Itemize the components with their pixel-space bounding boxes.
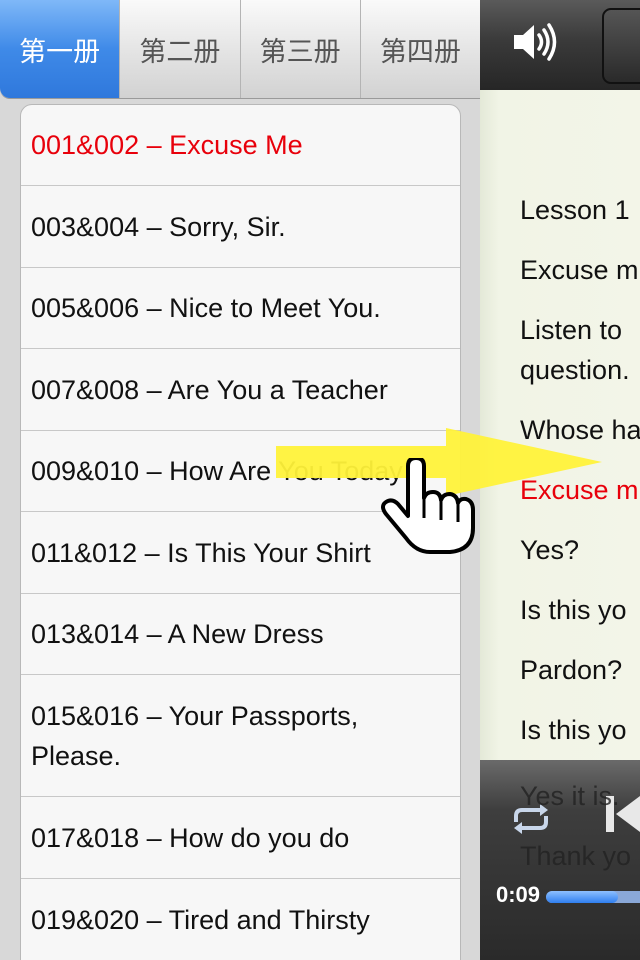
lesson-row[interactable]: 005&006 – Nice to Meet You. — [21, 268, 460, 349]
lyric-line: Is this yo — [520, 595, 627, 625]
lesson-row[interactable]: 001&002 – Excuse Me — [21, 105, 460, 186]
lyric-line: Is this yo — [520, 715, 627, 745]
lesson-row[interactable]: 015&016 – Your Passports, Please. — [21, 675, 460, 797]
progress-fill — [546, 891, 618, 903]
lesson-row[interactable]: 007&008 – Are You a Teacher — [21, 349, 460, 431]
lyric-line: Yes? — [520, 535, 580, 565]
progress-slider[interactable] — [546, 891, 640, 903]
player-toolbar — [480, 0, 640, 91]
tab-book-4[interactable]: 第四册 — [359, 0, 480, 98]
lyric-line: Pardon? — [520, 655, 623, 685]
lesson-row[interactable]: 017&018 – How do you do — [21, 797, 460, 879]
elapsed-time: 0:09 — [496, 882, 541, 907]
volume-icon[interactable] — [512, 20, 558, 64]
book-tabbar: 第一册 第二册 第三册 第四册 — [0, 0, 480, 99]
lesson-row[interactable]: 013&014 – A New Dress — [21, 594, 460, 675]
tab-book-1[interactable]: 第一册 — [0, 0, 120, 98]
lesson-row[interactable]: 003&004 – Sorry, Sir. — [21, 186, 460, 268]
tab-book-2[interactable]: 第二册 — [119, 0, 239, 98]
tab-book-3[interactable]: 第三册 — [239, 0, 360, 98]
lyrics-panel[interactable]: Lesson 1 Excuse m Listen to question. Whose … — [480, 90, 640, 760]
pointing-hand-icon — [381, 458, 475, 554]
lyric-line: question. — [520, 355, 630, 385]
toolbar-button[interactable] — [602, 8, 640, 84]
lyric-line: Excuse m — [520, 255, 639, 285]
playback-controls: 0:09 Yes it is. Thank yo — [480, 760, 640, 960]
lyric-line: Lesson 1 — [520, 195, 630, 225]
lyric-line: Thank yo — [520, 841, 632, 871]
lesson-row[interactable]: 019&020 – Tired and Thirsty — [21, 879, 460, 960]
lyric-line: Yes it is. — [520, 781, 620, 811]
lyric-line: Listen to — [520, 315, 623, 345]
